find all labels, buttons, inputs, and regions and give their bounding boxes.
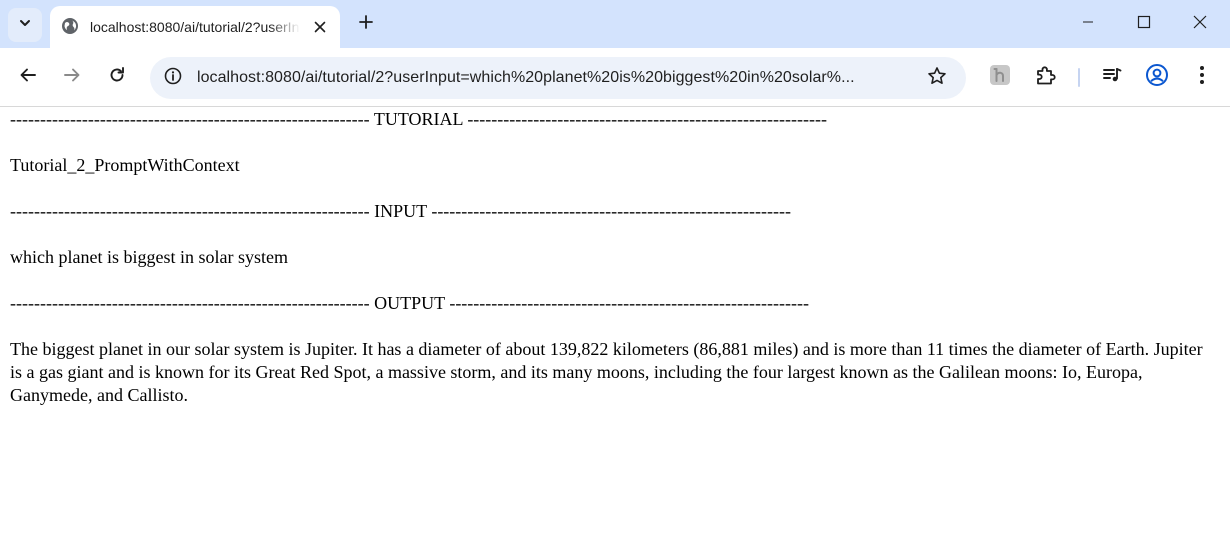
chevron-down-icon [18,16,32,35]
profile-button[interactable] [1142,62,1172,92]
tutorial-header: ----------------------------------------… [10,109,827,129]
close-window-button[interactable] [1172,0,1228,48]
bookmark-button[interactable] [922,63,952,93]
output-text: The biggest planet in our solar system i… [10,339,1203,405]
info-icon [164,67,182,90]
tutorial-name: Tutorial_2_PromptWithContext [10,155,240,175]
account-icon [1145,63,1169,92]
extension-button[interactable] [985,62,1015,92]
reload-icon [108,66,126,89]
extensions-menu-button[interactable] [1031,62,1061,92]
toolbar-divider [1078,68,1080,87]
back-button[interactable] [12,61,44,93]
minimize-icon [1082,15,1094,33]
url-text[interactable]: localhost:8080/ai/tutorial/2?userInput=w… [197,68,917,90]
tab-title: localhost:8080/ai/tutorial/2?userInput=w… [90,19,300,35]
tab-strip: localhost:8080/ai/tutorial/2?userInput=w… [0,0,1230,48]
plus-icon [358,14,374,35]
media-queue-icon [1101,64,1123,91]
puzzle-icon [1035,64,1057,91]
maximize-button[interactable] [1116,0,1172,48]
site-info-button[interactable] [158,63,188,93]
forward-button[interactable] [56,61,88,93]
active-tab[interactable]: localhost:8080/ai/tutorial/2?userInput=w… [50,6,340,48]
star-icon [927,66,947,91]
arrow-right-icon [63,66,81,89]
input-text: which planet is biggest in solar system [10,247,288,267]
address-bar[interactable]: localhost:8080/ai/tutorial/2?userInput=w… [150,57,966,99]
tab-search-button[interactable] [8,8,42,42]
new-tab-button[interactable] [352,10,380,38]
extension-h-icon [989,64,1011,91]
output-header: ----------------------------------------… [10,293,809,313]
arrow-left-icon [19,66,37,89]
page-content: ----------------------------------------… [10,108,1220,407]
browser-toolbar: localhost:8080/ai/tutorial/2?userInput=w… [0,48,1230,107]
media-controls-button[interactable] [1097,62,1127,92]
browser-menu-button[interactable] [1187,62,1217,92]
close-tab-icon[interactable] [308,15,332,39]
minimize-button[interactable] [1060,0,1116,48]
close-icon [1193,15,1207,34]
input-header: ----------------------------------------… [10,201,791,221]
reload-button[interactable] [101,61,133,93]
globe-icon [61,17,79,35]
more-vertical-icon [1199,65,1205,90]
maximize-icon [1137,15,1151,34]
